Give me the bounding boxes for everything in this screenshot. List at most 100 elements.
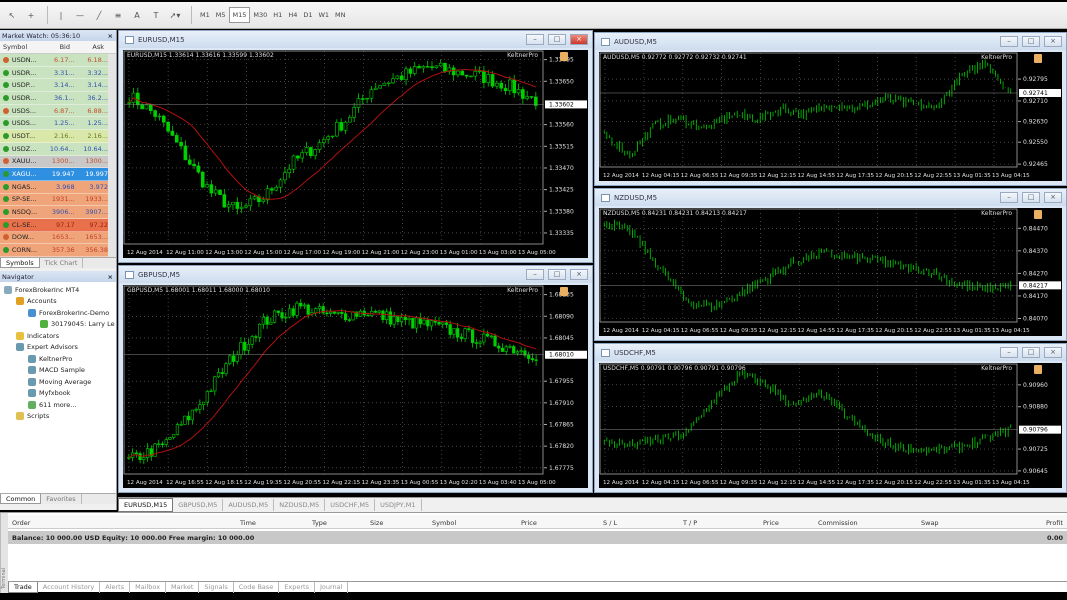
chart-plot[interactable]: GBPUSD,M5 1.68001 1.68011 1.68000 1.6801… <box>123 285 588 488</box>
minimize-button[interactable]: – <box>526 34 544 45</box>
tab-alerts[interactable]: Alerts <box>100 582 131 593</box>
arrows-icon[interactable]: ➚▾ <box>167 6 183 24</box>
column-symbol[interactable]: Symbol <box>0 43 36 51</box>
chart-plot[interactable]: USDCHF,M5 0.90791 0.90796 0.90791 0.9079… <box>599 363 1062 488</box>
market-watch-row[interactable]: USDS... 6.87... 6.88... <box>0 104 108 118</box>
chart-window-audusd[interactable]: AUDUSD,M5 – □ × AUDUSD,M5 0.92772 0.92772 0.… <box>594 32 1067 186</box>
window-titlebar[interactable]: AUDUSD,M5 <box>595 33 1066 50</box>
period-d1[interactable]: D1 <box>300 7 315 23</box>
column-order[interactable]: Order <box>12 519 30 527</box>
tab-trade[interactable]: Trade <box>8 582 38 593</box>
close-button[interactable]: × <box>1044 347 1062 358</box>
window-titlebar[interactable]: EURUSD,M15 <box>119 31 592 48</box>
label-icon[interactable]: T <box>148 6 164 24</box>
navigator-item[interactable]: KeltnerPro <box>0 353 116 365</box>
chart-window-eurusd[interactable]: EURUSD,M15 – □ × EURUSD,M15 1.33614 1.33616 … <box>118 30 593 263</box>
vertical-line-icon[interactable]: | <box>53 6 69 24</box>
chart-window-usdchf[interactable]: USDCHF,M5 – □ × USDCHF,M5 0.90791 0.90796 0.… <box>594 343 1067 493</box>
navigator-item[interactable]: MACD Sample <box>0 365 116 377</box>
close-icon[interactable]: × <box>108 273 116 281</box>
market-watch-row[interactable]: USDR... 3.31... 3.32... <box>0 66 108 80</box>
column-tp[interactable]: T / P <box>683 519 697 527</box>
market-watch-row[interactable]: USDN... 6.17... 6.18... <box>0 54 108 67</box>
navigator-item[interactable]: 30179045: Larry Le <box>0 319 116 331</box>
crosshair-icon[interactable]: + <box>23 6 39 24</box>
navigator-item[interactable]: Accounts <box>0 296 116 308</box>
column-type[interactable]: Type <box>312 519 327 527</box>
tab-mailbox[interactable]: Mailbox <box>130 582 167 593</box>
market-watch-row[interactable]: USDT... 2.16... 2.16... <box>0 130 108 143</box>
maximize-button[interactable]: □ <box>1022 347 1040 358</box>
period-m30[interactable]: M30 <box>250 7 270 23</box>
market-watch-row[interactable]: USDZ... 10.64... 10.64... <box>0 142 108 156</box>
window-titlebar[interactable]: GBPUSD,M5 <box>119 266 592 283</box>
column-sl[interactable]: S / L <box>603 519 617 527</box>
column-size[interactable]: Size <box>370 519 383 527</box>
maximize-button[interactable]: □ <box>548 34 566 45</box>
navigator-item[interactable]: Expert Advisors <box>0 342 116 354</box>
column-profit[interactable]: Profit <box>1046 519 1063 527</box>
tab-common[interactable]: Common <box>0 494 42 504</box>
minimize-button[interactable]: – <box>1000 347 1018 358</box>
market-watch-row[interactable]: DOW... 1653... 1653... <box>0 231 108 245</box>
column-price[interactable]: Price <box>763 519 779 527</box>
period-h1[interactable]: H1 <box>270 7 285 23</box>
chart-tab[interactable]: GBPUSD,M5 <box>173 499 224 511</box>
close-button[interactable]: × <box>1044 36 1062 47</box>
column-price[interactable]: Price <box>521 519 537 527</box>
chart-tab[interactable]: NZDUSD,M5 <box>274 499 326 511</box>
chart-tab[interactable]: AUDUSD,M5 <box>223 499 275 511</box>
maximize-button[interactable]: □ <box>1022 192 1040 203</box>
navigator-item[interactable]: Myfxbook <box>0 388 116 400</box>
column-ask[interactable]: Ask <box>70 43 104 51</box>
market-watch-row[interactable]: CORN... 357.36 356.38 <box>0 244 108 257</box>
balance-row[interactable]: Balance: 10 000.00 USD Equity: 10 000.00… <box>8 531 1067 544</box>
maximize-button[interactable]: □ <box>548 269 566 280</box>
navigator-item[interactable]: Scripts <box>0 411 116 423</box>
chart-tab[interactable]: USDCHF,M5 <box>325 499 376 511</box>
text-icon[interactable]: A <box>129 6 145 24</box>
market-watch-row[interactable]: NSDQ... 3906... 3907... <box>0 206 108 219</box>
tab-code-base[interactable]: Code Base <box>234 582 280 593</box>
fibonacci-icon[interactable]: ≡ <box>110 6 126 24</box>
tab-favorites[interactable]: Favorites <box>41 494 82 504</box>
market-watch-row[interactable]: XAUU... 1300... 1300... <box>0 155 108 169</box>
chart-plot[interactable]: EURUSD,M15 1.33614 1.33616 1.33599 1.336… <box>123 50 588 258</box>
chart-plot[interactable]: AUDUSD,M5 0.92772 0.92772 0.92732 0.9274… <box>599 52 1062 181</box>
period-m1[interactable]: M1 <box>197 7 213 23</box>
tab-experts[interactable]: Experts <box>279 582 315 593</box>
navigator-item[interactable]: Moving Average <box>0 376 116 388</box>
market-watch-row[interactable]: NGAS... 3.968 3.972 <box>0 180 108 194</box>
chart-tab[interactable]: USDJPY,M1 <box>375 499 422 511</box>
chart-tab[interactable]: EURUSD,M15 <box>118 498 174 512</box>
trendline-icon[interactable]: ╱ <box>91 6 107 24</box>
horizontal-line-icon[interactable]: — <box>72 6 88 24</box>
period-m5[interactable]: M5 <box>213 7 229 23</box>
tab-account-history[interactable]: Account History <box>38 582 101 593</box>
navigator-item[interactable]: ForexBrokerInc-Demo <box>0 307 116 319</box>
period-mn[interactable]: MN <box>332 7 348 23</box>
navigator-item[interactable]: ForexBrokerInc MT4 <box>0 284 116 296</box>
market-watch-row[interactable]: SP-SE... 1931... 1933... <box>0 193 108 207</box>
tab-market[interactable]: Market <box>166 582 200 593</box>
chart-window-gbpusd[interactable]: GBPUSD,M5 – □ × GBPUSD,M5 1.68001 1.68011 1.… <box>118 265 593 493</box>
navigator-item[interactable]: Indicators <box>0 330 116 342</box>
close-button[interactable]: × <box>570 34 588 45</box>
navigator-item[interactable]: 611 more... <box>0 399 116 411</box>
close-button[interactable]: × <box>1044 192 1062 203</box>
tab-symbols[interactable]: Symbols <box>0 258 40 268</box>
cursor-icon[interactable]: ↖ <box>4 6 20 24</box>
window-titlebar[interactable]: USDCHF,M5 <box>595 344 1066 361</box>
period-w1[interactable]: W1 <box>315 7 332 23</box>
tab-signals[interactable]: Signals <box>199 582 234 593</box>
maximize-button[interactable]: □ <box>1022 36 1040 47</box>
market-watch-row[interactable]: XAGU... 19.947 19.997 <box>0 168 108 181</box>
column-commission[interactable]: Commission <box>818 519 858 527</box>
market-watch-row[interactable]: USDS... 1.25... 1.25... <box>0 117 108 131</box>
period-m15[interactable]: M15 <box>228 7 251 23</box>
window-titlebar[interactable]: NZDUSD,M5 <box>595 189 1066 206</box>
period-h4[interactable]: H4 <box>285 7 300 23</box>
column-time[interactable]: Time <box>240 519 256 527</box>
minimize-button[interactable]: – <box>1000 36 1018 47</box>
minimize-button[interactable]: – <box>526 269 544 280</box>
